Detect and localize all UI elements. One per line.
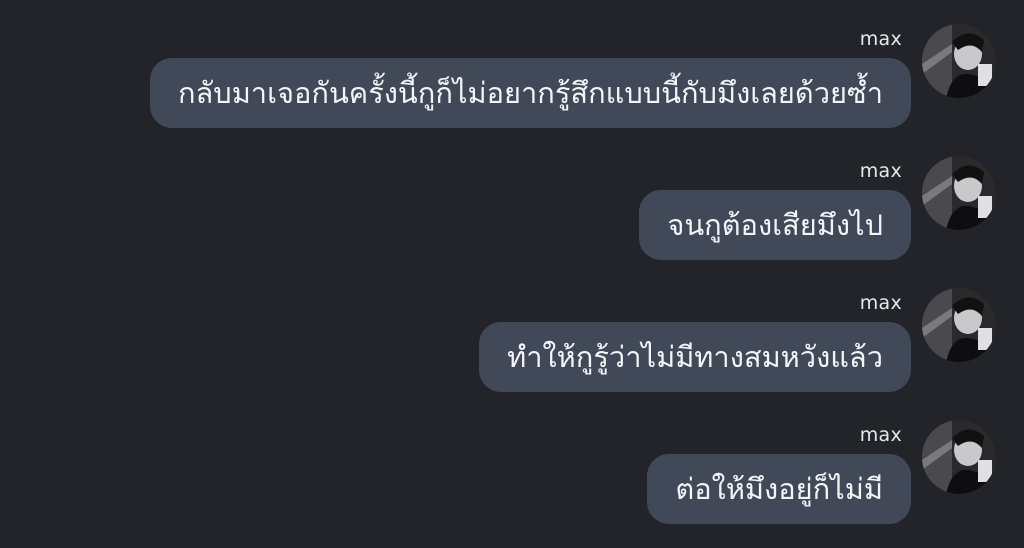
sender-name: max (859, 292, 902, 314)
message-row: max กลับมาเจอกันครั้งนี้กูก็ไม่อยากรู้สึ… (0, 24, 1024, 160)
message-row: max ต่อให้มึงอยู่ก็ไม่มี (0, 420, 1024, 548)
avatar[interactable] (922, 288, 996, 362)
message-bubble[interactable]: กลับมาเจอกันครั้งนี้กูก็ไม่อยากรู้สึกแบบ… (149, 58, 911, 128)
avatar-photo-icon (922, 288, 996, 362)
avatar-photo-icon (922, 156, 996, 230)
message-bubble[interactable]: จนกูต้องเสียมึงไป (639, 190, 911, 260)
sender-name: max (859, 160, 902, 182)
avatar-photo-icon (922, 420, 996, 494)
chat-thread: max กลับมาเจอกันครั้งนี้กูก็ไม่อยากรู้สึ… (0, 0, 1024, 548)
avatar-photo-icon (922, 24, 996, 98)
sender-name: max (859, 424, 902, 446)
message-row: max ทำให้กูรู้ว่าไม่มีทางสมหวังแล้ว (0, 288, 1024, 424)
avatar[interactable] (922, 156, 996, 230)
message-bubble[interactable]: ทำให้กูรู้ว่าไม่มีทางสมหวังแล้ว (479, 322, 911, 392)
sender-name: max (859, 28, 902, 50)
message-bubble[interactable]: ต่อให้มึงอยู่ก็ไม่มี (647, 454, 911, 524)
avatar[interactable] (922, 420, 996, 494)
message-row: max จนกูต้องเสียมึงไป (0, 156, 1024, 292)
avatar[interactable] (922, 24, 996, 98)
